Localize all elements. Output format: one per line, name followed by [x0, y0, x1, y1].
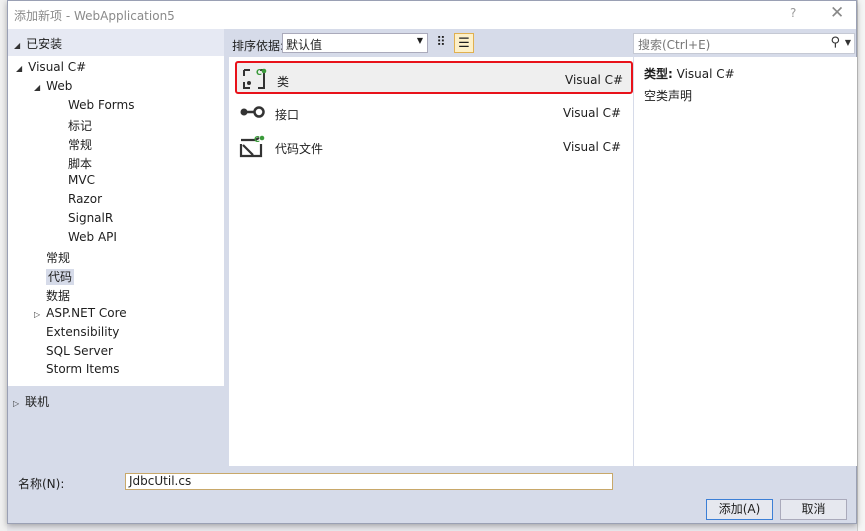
tree-node[interactable]: 数据	[46, 287, 70, 304]
tree-node-label: 常规	[46, 251, 71, 265]
tree-node-label: 数据	[46, 288, 71, 303]
interface-icon	[239, 100, 265, 124]
tree-node[interactable]: 代码	[46, 268, 75, 285]
installed-label: 已安装	[26, 37, 63, 51]
template-item[interactable]: 接口 Visual C#	[235, 96, 633, 129]
tree-node[interactable]: Storm Items	[46, 362, 119, 376]
tree-node-label: SignalR	[68, 211, 114, 226]
tree-node[interactable]: 常规	[68, 136, 92, 153]
tree-node[interactable]: Extensibility	[46, 325, 119, 339]
class-icon: C	[241, 67, 267, 91]
tree-node-label: Web	[46, 78, 73, 93]
type-row: 类型: Visual C#	[644, 65, 735, 82]
tree-node-label: 代码	[46, 268, 75, 285]
type-value: Visual C#	[676, 67, 735, 81]
close-button[interactable]: ✕	[830, 3, 844, 23]
tree-node-label: ASP.NET Core	[46, 305, 127, 320]
tree-node[interactable]: SQL Server	[46, 344, 113, 358]
template-list: C 类 Visual C# 接口 Visual C# C 代码文件 Visual C#	[229, 57, 633, 466]
tree-node-label: 标记	[68, 118, 93, 133]
sort-value: 默认值	[286, 38, 323, 52]
tree-node-label: MVC	[68, 173, 95, 188]
type-label: 类型:	[644, 67, 673, 81]
installed-header[interactable]: ◢ 已安装	[8, 29, 224, 56]
tree-node[interactable]: 常规	[46, 249, 70, 266]
add-button[interactable]: 添加(A)	[706, 499, 773, 520]
tree-node[interactable]: Razor	[68, 192, 102, 206]
tree-node-label: Web Forms	[68, 97, 135, 112]
tree-node[interactable]: SignalR	[68, 211, 113, 225]
expand-open-icon[interactable]: ◢	[16, 64, 22, 73]
svg-text:C: C	[256, 68, 262, 77]
background-window	[0, 0, 7, 531]
sort-label: 排序依据:	[232, 39, 285, 53]
online-node[interactable]: ▷ 联机	[13, 393, 49, 410]
small-icons-view-button[interactable]: ⠿	[431, 33, 451, 53]
tree-node[interactable]: 脚本	[68, 155, 92, 172]
template-language: Visual C#	[563, 105, 622, 120]
search-icon: ⚲	[830, 35, 840, 50]
template-language: Visual C#	[563, 140, 622, 154]
tree-node-label: SQL Server	[46, 343, 113, 358]
tree-node-label: Web API	[68, 230, 117, 245]
online-label: 联机	[25, 395, 50, 409]
background-window	[857, 0, 865, 531]
template-name: 接口	[275, 107, 300, 122]
description: 空类声明	[644, 89, 693, 103]
search-placeholder: 搜索(Ctrl+E)	[638, 38, 711, 52]
search-input[interactable]: 搜索(Ctrl+E) ⚲ ▼	[633, 33, 855, 54]
title-bar: 添加新项 - WebApplication5 ? ✕	[8, 1, 856, 29]
tree-node-label: Extensibility	[46, 324, 120, 339]
tree-node-label: Storm Items	[46, 362, 120, 377]
expand-closed-icon[interactable]: ▷	[34, 310, 40, 319]
tree-node[interactable]: ◢ Visual C#	[16, 60, 86, 74]
help-button[interactable]: ?	[790, 6, 796, 20]
tree-node-label: Razor	[68, 192, 103, 207]
window-title: 添加新项 - WebApplication5	[14, 9, 175, 23]
tree-node[interactable]: Web API	[68, 230, 117, 244]
template-name: 代码文件	[275, 142, 324, 156]
tree-node[interactable]: MVC	[68, 173, 95, 187]
expand-closed-icon: ▷	[13, 399, 20, 408]
template-item[interactable]: C 代码文件 Visual C#	[235, 130, 633, 163]
tree-node[interactable]: ◢ Web	[34, 79, 72, 93]
tree-node[interactable]: 标记	[68, 117, 92, 134]
name-input[interactable]: JdbcUtil.cs	[125, 473, 613, 490]
template-name: 类	[277, 75, 290, 89]
template-item[interactable]: C 类 Visual C#	[235, 61, 633, 94]
chevron-down-icon: ▼	[416, 36, 423, 45]
tree-node[interactable]: ▷ ASP.NET Core	[34, 306, 127, 320]
code-file-icon: C	[239, 134, 265, 158]
name-label: 名称(N):	[18, 477, 65, 491]
template-language: Visual C#	[565, 73, 624, 87]
tree-node-label: 脚本	[68, 156, 93, 171]
category-tree: ◢ Visual C# ◢ Web Web Forms 标记 常规 脚本 MVC Razor Sig…	[8, 56, 224, 386]
tree-node-label: 常规	[68, 137, 93, 152]
expand-open-icon: ◢	[14, 41, 21, 50]
details-panel: 类型: Visual C# 空类声明	[634, 57, 857, 466]
expand-open-icon[interactable]: ◢	[34, 83, 40, 92]
sort-dropdown[interactable]: 默认值 ▼	[282, 33, 428, 53]
cancel-button[interactable]: 取消	[780, 499, 847, 520]
add-new-item-dialog: 添加新项 - WebApplication5 ? ✕ ◢ 已安装 ◢ Visual …	[7, 0, 857, 524]
chevron-down-icon: ▼	[844, 38, 851, 47]
list-view-button[interactable]: ☰	[454, 33, 474, 53]
svg-text:C: C	[254, 135, 260, 144]
tree-node-label: Visual C#	[28, 60, 87, 74]
tree-node[interactable]: Web Forms	[68, 98, 134, 112]
